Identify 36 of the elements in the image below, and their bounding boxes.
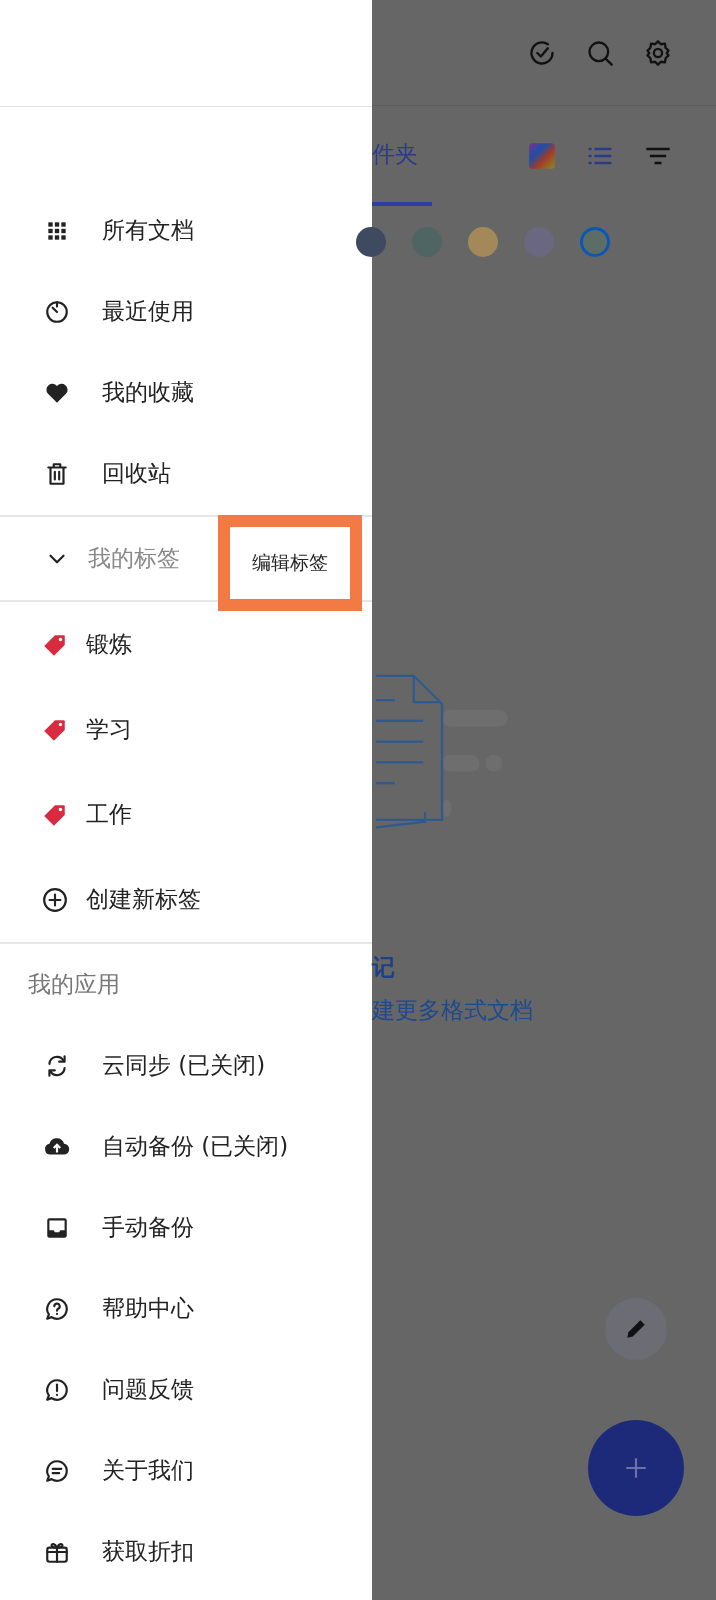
color-palette-icon[interactable] bbox=[528, 142, 556, 170]
color-filter-dot[interactable] bbox=[524, 227, 554, 257]
section-title: 我的应用 bbox=[28, 970, 120, 999]
menu-item[interactable]: 云同步 (已关闭) bbox=[102, 1050, 266, 1081]
empty-state-title: 记 bbox=[372, 953, 396, 982]
section-title: 我的标签 bbox=[88, 544, 180, 573]
empty-state-subtitle: 建更多格式文档 bbox=[372, 996, 534, 1025]
color-filter-dot[interactable] bbox=[412, 227, 442, 257]
tag-item[interactable]: 锻炼 bbox=[86, 629, 132, 660]
nav-item[interactable]: 所有文档 bbox=[102, 215, 194, 246]
chat-icon bbox=[44, 1457, 70, 1484]
search-icon[interactable] bbox=[586, 38, 614, 67]
menu-item[interactable]: 自动备份 (已关闭) bbox=[102, 1131, 289, 1162]
menu-item[interactable]: 问题反馈 bbox=[102, 1374, 194, 1405]
timer-icon bbox=[44, 298, 70, 325]
feedback-icon bbox=[44, 1376, 70, 1403]
menu-item[interactable]: 获取折扣 bbox=[102, 1536, 194, 1567]
tag-item[interactable]: 学习 bbox=[86, 714, 132, 745]
color-filter-dot[interactable] bbox=[468, 227, 498, 257]
help-icon bbox=[44, 1295, 70, 1322]
edit-tags-button[interactable]: 编辑标签 bbox=[218, 515, 362, 611]
add-circle-icon bbox=[42, 886, 68, 913]
nav-item[interactable]: 回收站 bbox=[102, 458, 171, 489]
trash-icon bbox=[44, 460, 70, 487]
settings-icon[interactable] bbox=[644, 38, 672, 67]
color-filter-dot[interactable] bbox=[580, 227, 610, 257]
nav-item[interactable]: 我的收藏 bbox=[102, 377, 194, 408]
menu-item[interactable]: 关于我们 bbox=[102, 1455, 194, 1486]
menu-item[interactable]: 手动备份 bbox=[102, 1212, 194, 1243]
create-tag-item[interactable]: 创建新标签 bbox=[86, 884, 201, 915]
nav-item[interactable]: 最近使用 bbox=[102, 296, 194, 327]
check-circle-icon[interactable] bbox=[528, 38, 556, 67]
tag-item[interactable]: 工作 bbox=[86, 799, 132, 830]
color-filter-dot[interactable] bbox=[356, 227, 386, 257]
plus-icon bbox=[623, 1455, 649, 1481]
menu-item[interactable]: 帮助中心 bbox=[102, 1293, 194, 1324]
